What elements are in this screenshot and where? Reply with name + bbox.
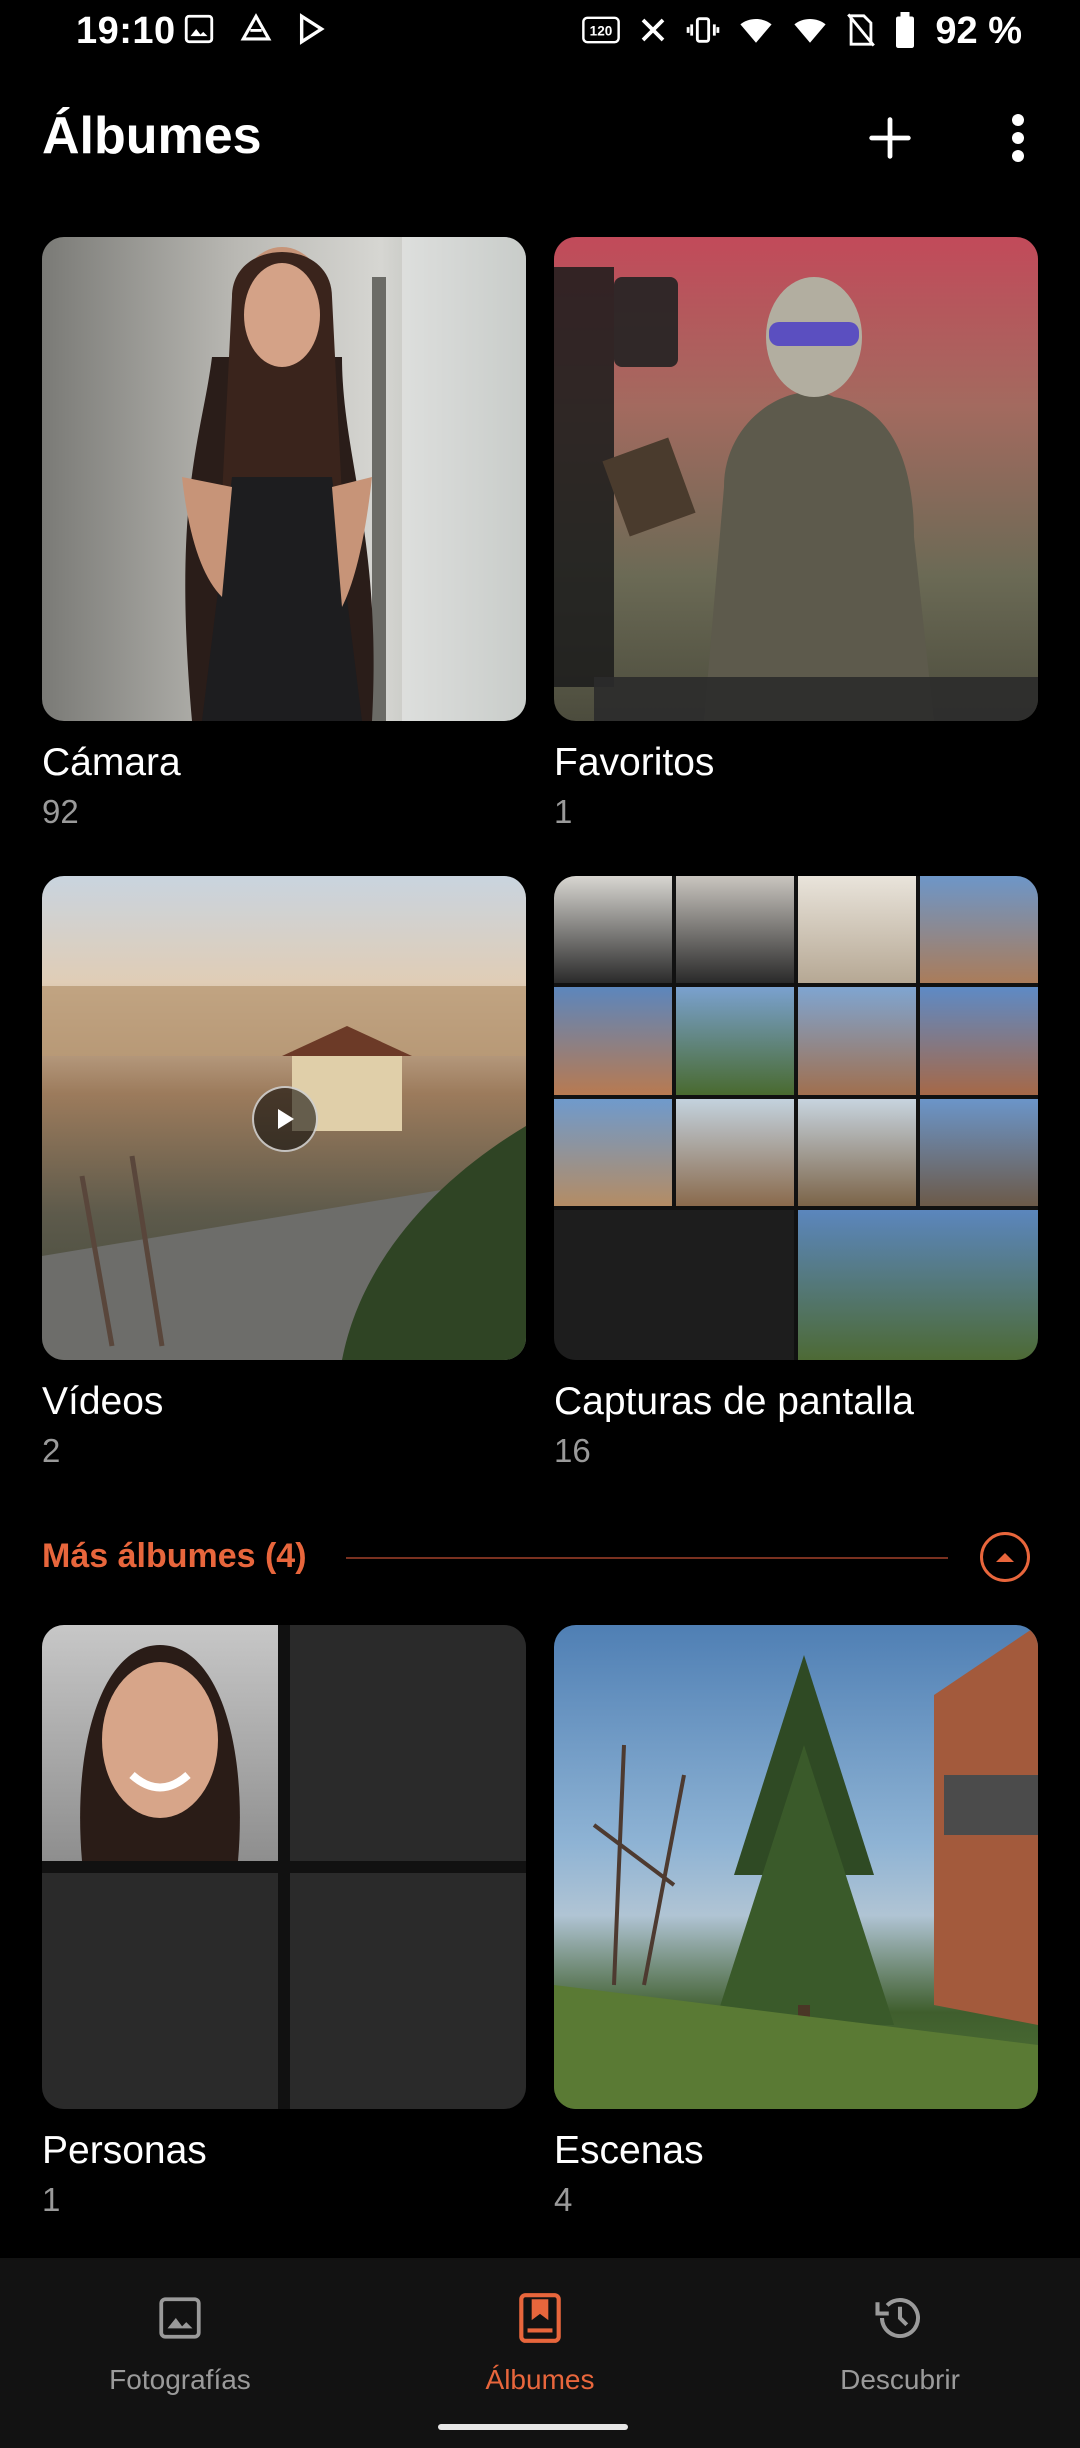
album-name: Cámara: [42, 741, 181, 784]
album-count: 1: [554, 793, 573, 830]
more-albums-label[interactable]: Más álbumes (4): [42, 1537, 307, 1576]
album-thumbnail: [554, 876, 1038, 1360]
nav-label: Álbumes: [485, 2364, 595, 2395]
album-name: Capturas de pantalla: [554, 1380, 914, 1423]
album-name: Vídeos: [42, 1380, 164, 1423]
album-thumbnail: [42, 876, 526, 1360]
album-icon: [519, 2293, 561, 2343]
image-icon: [159, 2297, 201, 2339]
battery-icon: [894, 12, 916, 48]
album-favoritos[interactable]: Favoritos 1: [554, 237, 1038, 830]
status-bar: 19:10 120 92 %: [0, 0, 1080, 64]
refresh-rate-icon: 120: [582, 13, 620, 47]
collapse-section-button[interactable]: [980, 1532, 1030, 1582]
battery-percent: 92 %: [935, 10, 1022, 52]
wifi-icon: [738, 13, 774, 47]
album-personas[interactable]: Personas 1: [42, 1625, 526, 2218]
chevron-up-icon: [996, 1553, 1014, 1562]
album-name: Escenas: [554, 2129, 704, 2172]
status-time: 19:10: [76, 10, 176, 52]
nav-label: Descubrir: [840, 2364, 960, 2395]
vibrate-icon: [686, 13, 720, 47]
album-name: Personas: [42, 2129, 207, 2172]
gallery-notification-icon: [182, 12, 216, 46]
album-count: 16: [554, 1432, 591, 1469]
x-social-icon: [638, 15, 668, 45]
nav-label: Fotografías: [109, 2364, 251, 2395]
album-capturas-de-pantalla[interactable]: Capturas de pantalla 16: [554, 876, 1038, 1469]
album-thumbnail: [42, 237, 526, 721]
page-title: Álbumes: [42, 107, 262, 165]
album-thumbnail: [554, 1625, 1038, 2109]
signal-icon: [792, 13, 828, 47]
album-count: 92: [42, 793, 79, 830]
album-name: Favoritos: [554, 741, 715, 784]
add-album-button[interactable]: [860, 108, 920, 168]
nav-item-albumes[interactable]: Álbumes: [390, 2286, 690, 2396]
more-vertical-icon: [1012, 114, 1024, 162]
nav-item-fotografias[interactable]: Fotografías: [30, 2286, 330, 2396]
album-count: 4: [554, 2181, 573, 2218]
album-videos[interactable]: Vídeos 2: [42, 876, 526, 1469]
album-thumbnail: [554, 237, 1038, 721]
album-count: 2: [42, 1432, 61, 1469]
drive-notification-icon: [238, 12, 274, 46]
album-escenas[interactable]: Escenas 4: [554, 1625, 1038, 2218]
discover-icon: [875, 2298, 920, 2339]
svg-text:120: 120: [590, 23, 613, 38]
section-divider: [346, 1557, 948, 1559]
nav-item-descubrir[interactable]: Descubrir: [750, 2286, 1050, 2396]
album-count: 1: [42, 2181, 61, 2218]
play-icon: [252, 1086, 318, 1152]
bottom-navigation: Fotografías Álbumes Descubrir: [0, 2258, 1080, 2448]
no-sim-icon: [846, 13, 876, 47]
play-store-notification-icon: [296, 12, 330, 46]
home-indicator[interactable]: [438, 2424, 628, 2430]
plus-icon: [869, 117, 911, 159]
album-thumbnail: [42, 1625, 526, 2109]
album-camara[interactable]: Cámara 92: [42, 237, 526, 830]
more-options-button[interactable]: [988, 108, 1048, 168]
